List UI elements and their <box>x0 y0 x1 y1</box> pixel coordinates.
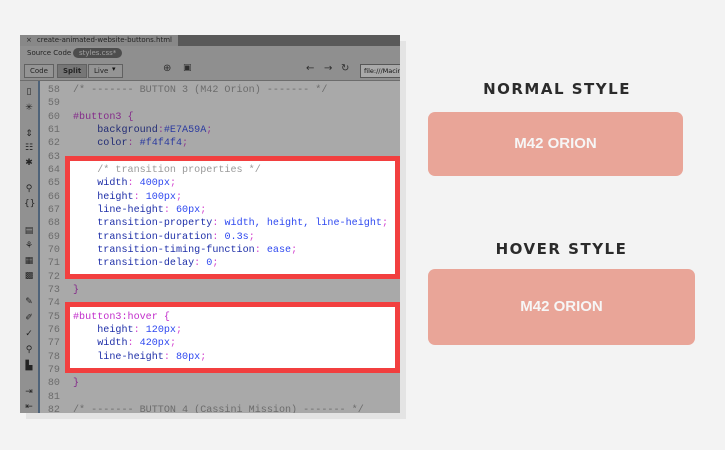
code-token-prop: line-height <box>73 204 164 216</box>
normal-style-heading: NORMAL STYLE <box>483 80 631 98</box>
code-token-prop: line-height <box>73 351 164 363</box>
code-token-value: 400px <box>139 178 170 190</box>
code-token-punct: ; <box>176 191 183 203</box>
normal-style-button[interactable]: M42 ORION <box>428 112 683 176</box>
code-token-punct: : <box>133 191 146 203</box>
code-token-punct: : <box>163 204 176 216</box>
code-token-punct: ; <box>291 244 298 256</box>
code-token-value: 420px <box>139 338 170 350</box>
code-token-value: 60px <box>175 204 201 216</box>
code-text: transition-timing-function: ease; <box>73 244 297 257</box>
code-text: /* transition properties */ <box>73 164 261 177</box>
code-text: line-height: 60px; <box>73 204 206 217</box>
hover-style-heading: HOVER STYLE <box>495 240 628 258</box>
code-token-punct: : <box>127 338 140 350</box>
code-token-prop: height <box>73 324 134 336</box>
code-token-punct: ; <box>248 231 255 243</box>
code-text: #button3:hover { <box>73 311 170 324</box>
code-token-value: 120px <box>145 324 176 336</box>
code-token-punct: ; <box>200 204 207 216</box>
code-token-punct: : <box>127 178 140 190</box>
code-token-punct: : <box>194 258 207 270</box>
code-token-prop: height <box>73 191 134 203</box>
code-token-punct: : <box>212 218 225 230</box>
code-text: transition-delay: 0; <box>73 257 218 270</box>
code-token-prop: width <box>73 338 128 350</box>
code-text: transition-duration: 0.3s; <box>73 231 255 244</box>
code-token-prop: transition-delay <box>73 258 195 270</box>
code-token-comment: /* transition properties */ <box>73 164 261 176</box>
code-token-punct: : <box>212 231 225 243</box>
code-token-value: width, height, line-height <box>224 218 382 230</box>
hover-style-button[interactable]: M42 ORION <box>428 269 695 345</box>
code-token-value: 100px <box>145 191 176 203</box>
code-token-value: 0.3s <box>224 231 249 243</box>
code-token-prop: width <box>73 178 128 190</box>
code-token-prop: transition-property <box>73 218 213 230</box>
code-token-prop: transition-duration <box>73 231 213 243</box>
code-token-punct: ; <box>169 178 176 190</box>
code-token-punct: : <box>163 351 176 363</box>
code-token-value: 80px <box>175 351 201 363</box>
code-text: transition-property: width, height, line… <box>73 217 388 230</box>
code-token-punct: ; <box>200 351 207 363</box>
code-line[interactable]: 68 transition-property: width, height, l… <box>40 217 400 230</box>
code-token-punct: ; <box>212 258 219 270</box>
code-text: height: 120px; <box>73 324 182 337</box>
code-text: width: 420px; <box>73 337 176 350</box>
code-token-punct: : <box>133 324 146 336</box>
code-token-punct: : <box>254 244 267 256</box>
code-editor-window: × create-animated-website-buttons.html So… <box>20 35 400 413</box>
code-token-prop: transition-timing-function <box>73 244 255 256</box>
code-text: width: 400px; <box>73 177 176 190</box>
code-token-punct: ; <box>381 218 389 230</box>
code-token-value: ease <box>266 244 292 256</box>
code-token-selector: #button3:hover { <box>73 311 170 323</box>
code-text: height: 100px; <box>73 191 182 204</box>
code-text: line-height: 80px; <box>73 351 206 364</box>
code-token-punct: ; <box>176 324 183 336</box>
code-token-punct: ; <box>169 338 176 350</box>
